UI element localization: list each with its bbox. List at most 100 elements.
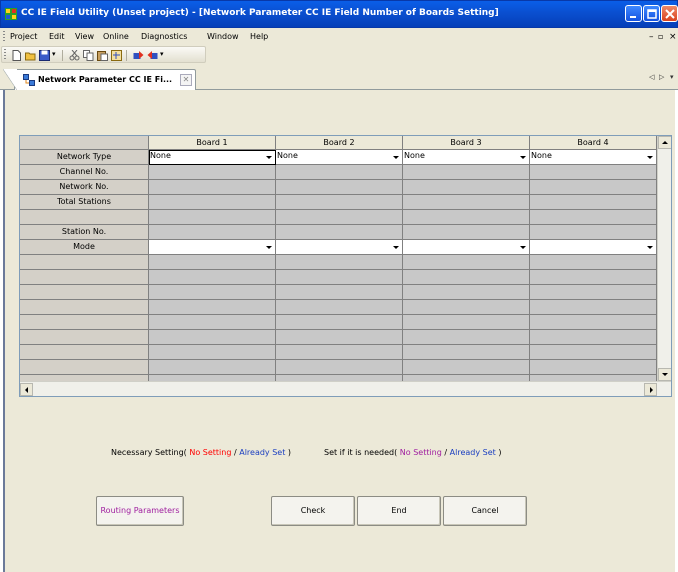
network-type-select[interactable]: None [530,150,657,165]
legend-optional-already-set: Already Set [449,448,496,457]
vertical-scrollbar[interactable] [657,136,671,381]
mode-select[interactable] [149,240,276,255]
grid-cell [149,180,276,195]
row-header: Network Type [20,150,149,165]
legend-optional-suffix: ) [498,448,502,457]
tab-scroll-left-icon[interactable]: ◁ [649,73,654,81]
grid-cell [530,285,657,300]
title-bar[interactable]: CC IE Field Utility (Unset project) - [N… [0,0,678,28]
copy-icon[interactable] [83,50,94,61]
grid-cell [276,165,403,180]
grid-cell [530,330,657,345]
grid-cell [530,210,657,225]
dropdown-arrow-icon[interactable] [645,151,655,163]
dropdown-arrow-icon[interactable] [518,151,528,163]
mdi-restore-icon[interactable]: ▫ [658,32,663,41]
legend-necessary-suffix: ) [287,448,292,457]
grid-cell [149,225,276,240]
legend-separator: / [444,448,448,457]
grid-cell [276,270,403,285]
dropdown-arrow-icon[interactable] [391,241,401,253]
menu-help[interactable]: Help [250,32,268,41]
tab-scroll-right-icon[interactable]: ▷ [659,73,664,81]
toolbar-separator [62,50,63,61]
dropdown-arrow-icon[interactable] [518,241,528,253]
end-button[interactable]: End [357,496,441,526]
grid-cell [149,255,276,270]
grid-cell [149,315,276,330]
menu-bar: Project Edit View Online Diagnostics Win… [0,28,678,45]
grid-cell [276,330,403,345]
toolbar-grip [4,49,6,60]
tab-network-parameter[interactable]: Network Parameter CC IE Fi... ✕ [3,69,196,90]
new-file-icon[interactable] [11,50,22,61]
parameter-icon[interactable] [111,50,122,61]
toolbar: ▾ ▾ [0,45,678,64]
mode-select[interactable] [276,240,403,255]
dropdown-arrow-icon[interactable] [645,241,655,253]
network-type-select[interactable]: None [276,150,403,165]
routing-parameters-button[interactable]: Routing Parameters [96,496,184,526]
scroll-up-icon[interactable] [658,136,671,149]
save-icon[interactable] [39,50,50,61]
grid-corner [20,136,149,150]
network-type-select[interactable]: None [149,150,276,165]
column-header-board-1: Board 1 [149,136,276,150]
grid-cell [530,360,657,375]
dropdown-arrow-icon[interactable] [264,241,274,253]
horizontal-scrollbar[interactable] [20,381,671,396]
cut-icon[interactable] [69,50,80,61]
maximize-button[interactable] [643,5,660,22]
scroll-right-icon[interactable] [644,383,657,396]
row-header [20,210,149,225]
check-button[interactable]: Check [271,496,355,526]
tab-close-icon[interactable]: ✕ [180,74,192,86]
menu-online[interactable]: Online [103,32,129,41]
network-type-select[interactable]: None [403,150,530,165]
row-header [20,255,149,270]
tab-list-icon[interactable]: ▾ [670,73,674,81]
grid-cell [149,330,276,345]
mode-select[interactable] [403,240,530,255]
scroll-left-icon[interactable] [20,383,33,396]
network-parameter-icon [23,74,35,86]
grid-cell [276,255,403,270]
grid-cell [276,345,403,360]
grid-cell [149,345,276,360]
cancel-button[interactable]: Cancel [443,496,527,526]
grid-cell [149,285,276,300]
grid-cell [276,315,403,330]
legend-necessary-no-setting: No Setting [189,448,232,457]
menu-edit[interactable]: Edit [49,32,65,41]
grid-cell [403,270,530,285]
row-header [20,285,149,300]
dropdown-arrow-icon[interactable] [264,151,274,163]
minimize-button[interactable] [625,5,642,22]
write-to-plc-icon[interactable] [133,50,144,61]
scroll-down-icon[interactable] [658,368,671,381]
close-button[interactable] [661,5,678,22]
mdi-minimize-icon[interactable]: – [649,32,654,42]
mode-select[interactable] [530,240,657,255]
open-folder-icon[interactable] [25,50,36,61]
grid-cell [403,210,530,225]
grid-cell [403,195,530,210]
menu-diagnostics[interactable]: Diagnostics [141,32,187,41]
grid-cell [276,225,403,240]
window-title: CC IE Field Utility (Unset project) - [N… [21,8,499,18]
row-header: Network No. [20,180,149,195]
menu-window[interactable]: Window [207,32,239,41]
menu-project[interactable]: Project [10,32,37,41]
toolbar-overflow-icon[interactable]: ▾ [160,50,171,61]
network-type-value: None [277,151,298,160]
grid-cell [403,315,530,330]
network-type-value: None [531,151,552,160]
read-from-plc-icon[interactable] [147,50,158,61]
row-header [20,315,149,330]
grid-cell [403,345,530,360]
menu-view[interactable]: View [75,32,94,41]
dropdown-arrow-icon[interactable] [391,151,401,163]
mdi-close-icon[interactable]: × [669,32,677,42]
close-icon [665,9,675,19]
paste-icon[interactable] [97,50,108,61]
